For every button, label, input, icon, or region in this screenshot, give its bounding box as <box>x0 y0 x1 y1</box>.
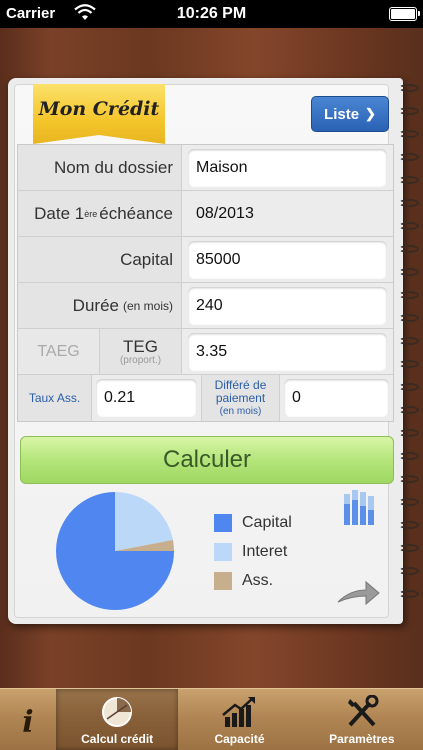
loan-form: Nom du dossier Maison Date 1 ère échéance… <box>17 144 394 422</box>
row-rate: TAEG TEG (proport.) 3.35 <box>18 329 393 375</box>
tab-info[interactable]: i <box>0 689 56 750</box>
legend-swatch <box>214 542 232 561</box>
spiral-ring <box>399 84 419 92</box>
taeg-toggle[interactable]: TAEG <box>18 329 100 374</box>
spiral-ring <box>399 130 419 138</box>
rate-field[interactable]: 3.35 <box>188 332 387 371</box>
spiral-ring <box>399 291 419 299</box>
spiral-ring <box>399 268 419 276</box>
title-ribbon: Mon Crédit <box>33 84 165 144</box>
spiral-ring <box>399 176 419 184</box>
tab-calcul-credit[interactable]: Calcul crédit <box>56 689 179 750</box>
list-button-label: Liste <box>324 105 360 123</box>
spiral-ring <box>399 337 419 345</box>
clock: 10:26 PM <box>176 5 247 22</box>
spiral-ring <box>399 544 419 552</box>
page-turn-arrow-icon[interactable] <box>336 578 380 608</box>
tab-parametres[interactable]: Paramètres <box>301 689 423 750</box>
legend-item-insurance: Ass. <box>214 566 292 595</box>
tab-bar: i Calcul crédit Capacité Paramètres <box>0 688 423 750</box>
spiral-ring <box>399 107 419 115</box>
status-bar: Carrier 10:26 PM <box>0 0 423 28</box>
spiral-ring <box>399 498 419 506</box>
tools-icon <box>347 695 379 727</box>
spiral-ring <box>399 222 419 230</box>
loan-pie-chart <box>56 492 174 610</box>
row-duration: Durée (en mois) 240 <box>18 283 393 329</box>
deferral-label: Différé de paiement (en mois) <box>202 375 280 421</box>
duration-field[interactable]: 240 <box>188 286 387 325</box>
spiral-ring <box>399 245 419 253</box>
capital-field[interactable]: 85000 <box>188 240 387 279</box>
teg-toggle[interactable]: TEG (proport.) <box>100 329 182 374</box>
spiral-ring <box>399 452 419 460</box>
row-first-due: Date 1 ère échéance 08/2013 <box>18 191 393 237</box>
duration-label: Durée (en mois) <box>18 283 182 328</box>
legend-item-interest: Interet <box>214 537 292 566</box>
battery-icon <box>389 7 420 21</box>
row-folder-name: Nom du dossier Maison <box>18 145 393 191</box>
tab-capacite[interactable]: Capacité <box>178 689 300 750</box>
insurance-field[interactable]: 0.21 <box>96 379 197 417</box>
page-title: Mon Crédit <box>38 98 160 120</box>
spiral-ring <box>399 383 419 391</box>
calculator-pie-icon <box>102 697 133 727</box>
first-due-value[interactable]: 08/2013 <box>188 205 254 223</box>
chart-legend: Capital Interet Ass. <box>214 508 292 595</box>
first-due-label: Date 1 ère échéance <box>18 191 182 236</box>
spiral-ring <box>399 360 419 368</box>
spiral-binding <box>397 84 423 624</box>
chevron-right-icon: ❯ <box>365 106 376 121</box>
spiral-ring <box>399 199 419 207</box>
capital-label: Capital <box>18 237 182 282</box>
spiral-ring <box>399 406 419 414</box>
insurance-label: Taux Ass. <box>18 375 92 421</box>
row-capital: Capital 85000 <box>18 237 393 283</box>
spiral-ring <box>399 475 419 483</box>
bar-chart-icon[interactable] <box>343 488 375 526</box>
spiral-ring <box>399 590 419 598</box>
folder-name-field[interactable]: Maison <box>188 148 387 187</box>
spiral-ring <box>399 429 419 437</box>
legend-item-capital: Capital <box>214 508 292 537</box>
calculate-button[interactable]: Calculer <box>20 436 394 484</box>
legend-swatch <box>214 513 232 532</box>
spiral-ring <box>399 521 419 529</box>
spiral-ring <box>399 567 419 575</box>
row-insurance-deferral: Taux Ass. 0.21 Différé de paiement (en m… <box>18 375 393 421</box>
growth-chart-icon <box>222 697 256 727</box>
spiral-ring <box>399 314 419 322</box>
spiral-ring <box>399 153 419 161</box>
deferral-field[interactable]: 0 <box>284 379 389 417</box>
list-button[interactable]: Liste ❯ <box>311 96 389 132</box>
folder-name-label: Nom du dossier <box>18 145 182 190</box>
info-icon: i <box>22 705 34 740</box>
legend-swatch <box>214 571 232 590</box>
